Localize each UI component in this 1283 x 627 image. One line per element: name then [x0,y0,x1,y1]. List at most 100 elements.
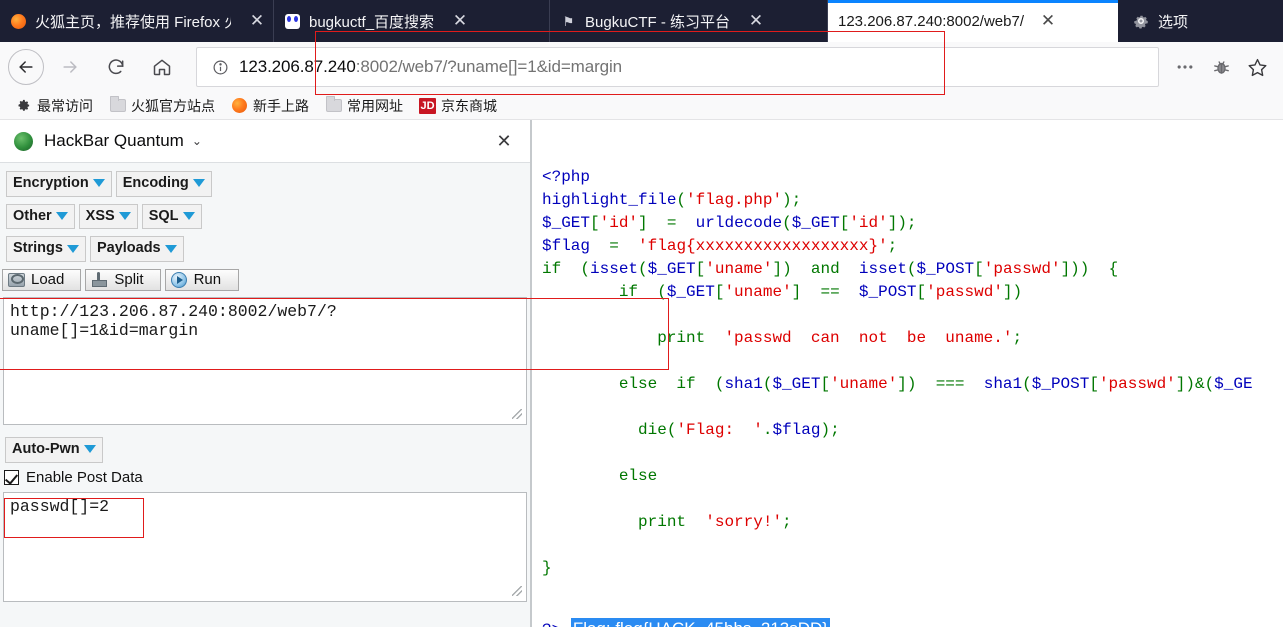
button-label: XSS [85,207,115,224]
bookmark-most-visited[interactable]: 最常访问 [8,94,100,118]
options-label: 选项 [1158,13,1189,31]
sql-menu-button[interactable]: SQL [141,203,202,230]
hackbar-sidebar: HackBar Quantum ⌄ ✕ Encryption Encoding … [0,120,532,627]
bookmarks-toolbar: 最常访问 火狐官方站点 新手上路 常用网址 JD 京东商城 [0,92,1283,120]
back-button[interactable] [8,49,44,85]
resize-grip[interactable] [512,585,522,596]
code-token: die [542,421,667,439]
code-token: 'uname' [724,283,792,301]
tab-close-icon[interactable]: ✕ [247,11,267,31]
code-token: $_GET [647,260,696,278]
code-token: $_GET [542,214,591,232]
code-line: else if (sha1($_GET['uname']) === sha1($… [542,373,1283,396]
payloads-menu-button[interactable]: Payloads [89,236,184,263]
home-button[interactable] [142,47,182,87]
tab-bugkuctf[interactable]: ⚑ BugkuCTF - 练习平台 ✕ [550,0,828,42]
tab-baidu-search[interactable]: bugkuctf_百度搜索 ✕ [274,0,550,42]
button-label: Split [114,271,144,289]
url-input-wrapper [0,297,530,426]
baidu-icon [284,13,301,30]
bookmark-label: 火狐官方站点 [131,97,215,114]
other-menu-button[interactable]: Other [6,203,75,230]
tab-firefox-home[interactable]: 火狐主页，推荐使用 Firefox 火 ✕ [0,0,274,42]
encoding-menu-button[interactable]: Encoding [115,171,212,197]
resize-grip[interactable] [512,409,522,420]
code-token: $_POST [1031,375,1090,393]
tab-active-web7[interactable]: 123.206.87.240:8002/web7/ ✕ [828,0,1118,42]
post-input-wrapper [0,491,530,602]
folder-icon [109,96,126,114]
close-icon[interactable]: ✕ [492,131,516,152]
star-icon[interactable] [1241,51,1273,83]
bookmark-firefox-site[interactable]: 火狐官方站点 [102,94,222,118]
button-label: Encryption [13,175,89,191]
code-token: ; [1012,329,1023,347]
bug-icon[interactable] [1205,51,1237,83]
post-data-input[interactable] [3,491,527,602]
code-token: sha1 [724,375,763,393]
code-token: 'uname' [705,260,773,278]
page-actions-icon[interactable] [1169,51,1201,83]
code-token: [ [820,375,831,393]
enable-post-data-label: Enable Post Data [26,468,143,486]
code-token: ); [820,421,840,439]
options-button[interactable]: 选项 [1118,0,1202,42]
tab-label: 123.206.87.240:8002/web7/ [838,12,1024,30]
encryption-menu-button[interactable]: Encryption [6,171,112,197]
code-token: = [647,214,696,232]
reload-button[interactable] [96,47,136,87]
split-button[interactable]: Split [85,269,161,292]
load-button[interactable]: Load [2,269,82,292]
code-token: isset [858,260,907,278]
code-token: ]); [887,214,917,232]
run-button[interactable]: Run [164,269,239,292]
chevron-down-icon [164,244,177,253]
code-line: <?php [542,166,1283,189]
forward-button[interactable] [50,47,90,87]
tab-close-icon[interactable]: ✕ [450,11,470,31]
code-line: $_GET['id'] = urldecode($_GET['id']); [542,212,1283,235]
enable-post-data-checkbox[interactable] [4,469,19,485]
button-label: Other [13,207,52,224]
url-input[interactable] [3,297,527,426]
hackbar-menu-row-2: Other XSS SQL [4,203,530,230]
bookmark-jd[interactable]: JD 京东商城 [412,94,504,118]
code-token: $_GET [666,283,715,301]
code-token: } [542,559,552,577]
url-bar[interactable]: 123.206.87.240:8002/web7/?uname[]=1&id=m… [196,47,1159,87]
code-token: $_POST [858,283,917,301]
code-token: ]) and [772,260,859,278]
tab-strip: 火狐主页，推荐使用 Firefox 火 ✕ bugkuctf_百度搜索 ✕ ⚑ … [0,0,1283,42]
info-icon[interactable] [209,56,231,78]
strings-menu-button[interactable]: Strings [6,236,86,263]
chevron-down-icon [55,212,68,220]
code-token: [ [695,260,706,278]
xss-menu-button[interactable]: XSS [78,203,138,230]
autopwn-row: Auto-Pwn [0,425,530,463]
code-token: ( [676,191,687,209]
url-host: 123.206.87.240 [239,57,356,76]
navigation-toolbar: 123.206.87.240:8002/web7/?uname[]=1&id=m… [0,42,1283,92]
tab-close-icon[interactable]: ✕ [1038,11,1058,31]
enable-post-data-row[interactable]: Enable Post Data [0,463,530,486]
code-token: ])&( [1175,375,1215,393]
code-token: ; [887,237,898,255]
gear-icon [15,98,32,114]
chevron-down-icon[interactable]: ⌄ [192,134,202,148]
tab-close-icon[interactable]: ✕ [746,11,766,31]
auto-pwn-button[interactable]: Auto-Pwn [5,437,103,463]
bookmark-getting-started[interactable]: 新手上路 [224,94,316,118]
hackbar-menu-row-1: Encryption Encoding [4,171,530,197]
code-token: ( [906,260,917,278]
code-token: highlight_file [542,191,677,209]
code-line: print 'passwd can not be uname.'; [542,327,1283,350]
code-token: 'id' [599,214,639,232]
tab-label: bugkuctf_百度搜索 [309,13,435,31]
code-line: else [542,465,1283,488]
code-token: isset [590,260,639,278]
url-path: :8002/web7/?uname[]=1&id=margin [355,57,623,76]
code-token: = [590,237,639,255]
bookmark-common-sites[interactable]: 常用网址 [318,94,410,118]
